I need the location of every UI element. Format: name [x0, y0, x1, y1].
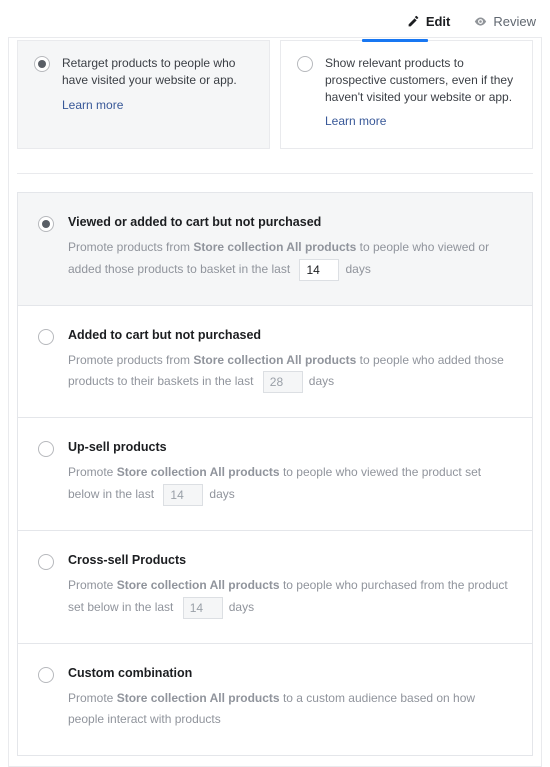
radio-viewed-or-added[interactable]	[38, 216, 54, 232]
tabs-bar: Edit Review	[8, 0, 542, 37]
option-desc: Promote products from Store collection A…	[68, 350, 512, 394]
learn-more-retarget[interactable]: Learn more	[62, 97, 123, 114]
tab-edit-label: Edit	[426, 14, 451, 29]
radio-retarget[interactable]	[34, 56, 50, 72]
store-name: Store collection All products	[117, 465, 280, 479]
tab-edit[interactable]: Edit	[407, 14, 451, 29]
tab-active-underline	[362, 39, 428, 42]
option-title: Added to cart but not purchased	[68, 328, 512, 342]
card-prospect-desc: Show relevant products to prospective cu…	[325, 56, 513, 104]
option-desc: Promote Store collection All products to…	[68, 462, 512, 506]
radio-cross-sell[interactable]	[38, 554, 54, 570]
tab-review[interactable]: Review	[474, 14, 536, 29]
store-name: Store collection All products	[117, 691, 280, 705]
section-divider	[17, 173, 533, 174]
store-name: Store collection All products	[193, 353, 356, 367]
tab-review-label: Review	[493, 14, 536, 29]
days-input-upsell	[163, 484, 203, 506]
option-title: Up-sell products	[68, 440, 512, 454]
card-prospect[interactable]: Show relevant products to prospective cu…	[280, 40, 533, 149]
option-desc: Promote Store collection All products to…	[68, 688, 512, 731]
radio-prospect[interactable]	[297, 56, 313, 72]
option-added-to-cart[interactable]: Added to cart but not purchased Promote …	[18, 305, 532, 418]
option-viewed-or-added[interactable]: Viewed or added to cart but not purchase…	[18, 193, 532, 305]
radio-upsell[interactable]	[38, 441, 54, 457]
card-retarget-desc: Retarget products to people who have vis…	[62, 56, 237, 87]
retarget-options: Viewed or added to cart but not purchase…	[17, 192, 533, 756]
card-retarget-text: Retarget products to people who have vis…	[62, 55, 255, 113]
radio-custom-combination[interactable]	[38, 667, 54, 683]
option-title: Viewed or added to cart but not purchase…	[68, 215, 512, 229]
learn-more-prospect[interactable]: Learn more	[325, 113, 386, 130]
store-name: Store collection All products	[117, 578, 280, 592]
option-desc: Promote Store collection All products to…	[68, 575, 512, 619]
store-name: Store collection All products	[193, 240, 356, 254]
days-input-viewed[interactable]	[299, 259, 339, 281]
days-input-cross	[183, 597, 223, 619]
radio-added-to-cart[interactable]	[38, 329, 54, 345]
option-title: Cross-sell Products	[68, 553, 512, 567]
option-desc: Promote products from Store collection A…	[68, 237, 512, 281]
eye-icon	[474, 15, 487, 28]
audience-top-row: Retarget products to people who have vis…	[17, 40, 533, 149]
option-custom-combination[interactable]: Custom combination Promote Store collect…	[18, 643, 532, 755]
card-prospect-text: Show relevant products to prospective cu…	[325, 55, 518, 130]
option-title: Custom combination	[68, 666, 512, 680]
pencil-icon	[407, 15, 420, 28]
option-upsell[interactable]: Up-sell products Promote Store collectio…	[18, 417, 532, 530]
card-retarget[interactable]: Retarget products to people who have vis…	[17, 40, 270, 149]
days-input-added	[263, 371, 303, 393]
option-cross-sell[interactable]: Cross-sell Products Promote Store collec…	[18, 530, 532, 643]
